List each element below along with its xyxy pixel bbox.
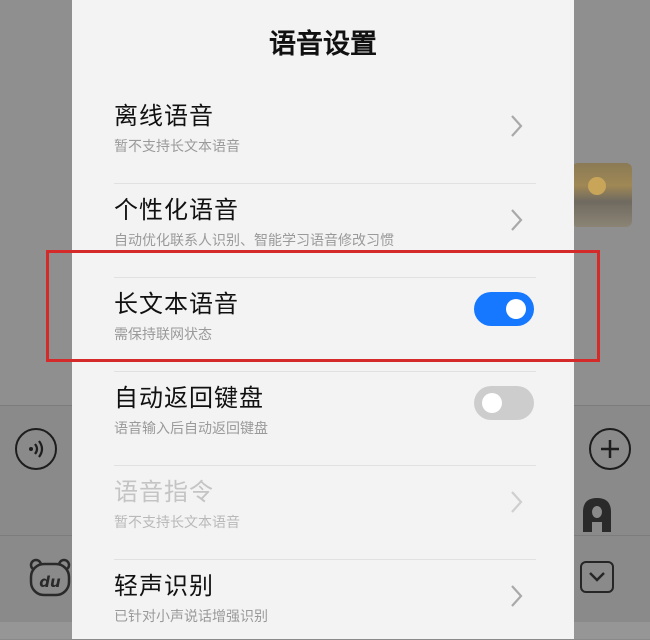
setting-personalized-voice[interactable]: 个性化语音 自动优化联系人识别、智能学习语音修改习惯 [72, 184, 574, 278]
setting-label: 个性化语音 [114, 196, 239, 224]
font-a-icon[interactable] [580, 496, 614, 534]
toggle-knob [482, 393, 502, 413]
setting-subtitle: 语音输入后自动返回键盘 [114, 421, 268, 437]
setting-subtitle: 暂不支持长文本语音 [114, 139, 240, 155]
setting-subtitle: 暂不支持长文本语音 [114, 515, 240, 531]
collapse-keyboard-icon[interactable] [580, 561, 614, 593]
toggle-knob [506, 299, 526, 319]
setting-long-text-voice: 长文本语音 需保持联网状态 [72, 278, 574, 372]
setting-subtitle: 自动优化联系人识别、智能学习语音修改习惯 [114, 233, 394, 249]
auto-return-keyboard-toggle[interactable] [474, 386, 534, 420]
setting-subtitle: 需保持联网状态 [114, 327, 212, 343]
setting-offline-voice[interactable]: 离线语音 暂不支持长文本语音 [72, 90, 574, 184]
chevron-right-icon [511, 209, 523, 231]
setting-subtitle: 已针对小声说话增强识别 [114, 609, 268, 625]
setting-voice-command: 语音指令 暂不支持长文本语音 [72, 466, 574, 560]
sun-graphic [588, 177, 606, 195]
du-logo-text: du [39, 573, 61, 591]
voice-settings-dialog: 语音设置 离线语音 暂不支持长文本语音 个性化语音 自动优化联系人识别、智能学习… [72, 0, 574, 639]
dialog-title: 语音设置 [269, 29, 377, 60]
setting-label: 自动返回键盘 [114, 384, 264, 412]
chevron-right-icon [511, 491, 523, 513]
long-text-voice-toggle[interactable] [474, 292, 534, 326]
setting-label: 长文本语音 [114, 290, 239, 318]
voice-wave-icon[interactable] [15, 428, 57, 470]
du-bear-logo[interactable]: du [28, 558, 72, 598]
setting-label: 轻声识别 [114, 572, 214, 600]
setting-label: 离线语音 [114, 102, 214, 130]
chevron-right-icon [511, 585, 523, 607]
image-thumbnail[interactable] [572, 163, 632, 227]
chevron-right-icon [511, 115, 523, 137]
setting-label: 语音指令 [114, 478, 214, 506]
plus-icon[interactable] [589, 428, 631, 470]
setting-whisper-recognition[interactable]: 轻声识别 已针对小声说话增强识别 [72, 560, 574, 639]
setting-auto-return-keyboard: 自动返回键盘 语音输入后自动返回键盘 [72, 372, 574, 466]
